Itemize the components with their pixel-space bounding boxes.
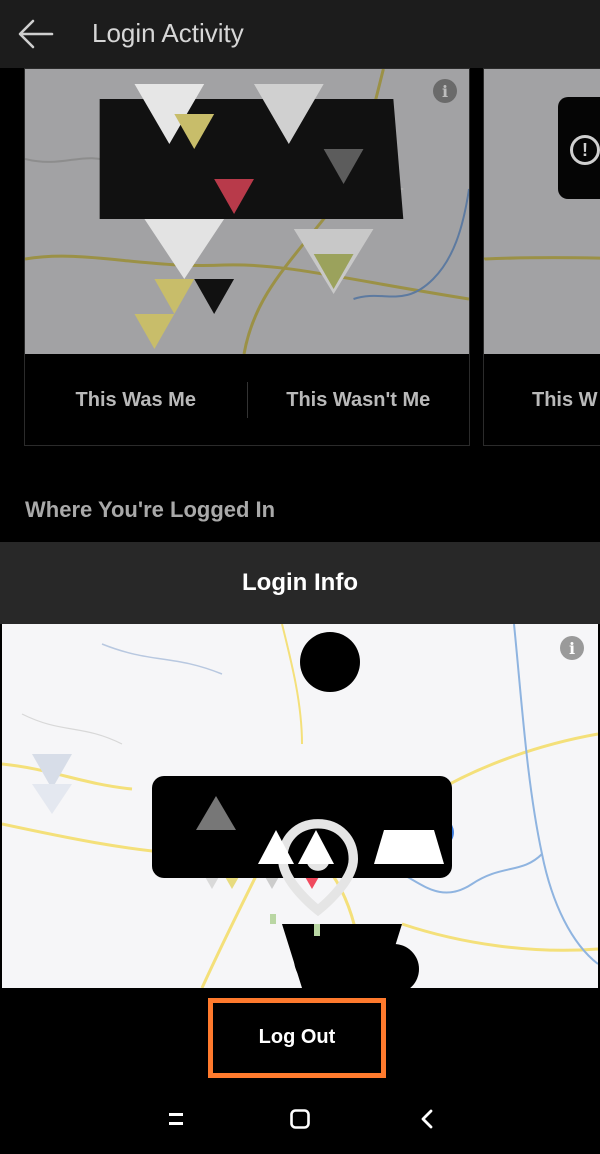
recents-icon[interactable] (161, 1104, 191, 1134)
info-icon[interactable]: i (560, 636, 584, 660)
redaction-mark (374, 830, 444, 864)
arrow-left-icon[interactable] (16, 16, 56, 52)
info-icon[interactable]: i (433, 79, 457, 103)
redaction-mark (258, 830, 334, 864)
sheet-title: Login Info (242, 569, 358, 596)
nav-back-icon[interactable] (412, 1104, 442, 1134)
system-nav-bar (0, 1082, 600, 1154)
login-card-actions: This Was Me This Wasn't Me (25, 354, 469, 446)
section-heading: Where You're Logged In (25, 497, 276, 522)
this-wasnt-me-button[interactable]: This Wasn't Me (248, 389, 470, 412)
login-map: i (25, 69, 469, 354)
login-card: i This Was Me This Wasn't Me (24, 68, 470, 446)
page-title: Login Activity (92, 18, 244, 48)
location-overlay (152, 776, 452, 917)
login-info-map[interactable]: i (2, 624, 598, 988)
sheet-header: Login Info (0, 542, 600, 624)
login-activity-content: i This Was Me This Wasn't Me ! This W Wh… (0, 68, 600, 542)
login-map: ! (484, 69, 600, 354)
redaction-mark (196, 796, 236, 830)
home-icon[interactable] (285, 1104, 315, 1134)
login-card-actions: This W (484, 354, 600, 446)
app-bar: Login Activity (0, 0, 600, 68)
this-was-me-button[interactable]: This Was Me (25, 389, 247, 412)
login-info-sheet: Login Info i Log Out (0, 542, 600, 1082)
logout-area: Log Out (0, 988, 600, 1082)
this-was-me-button[interactable]: This W (484, 389, 600, 412)
logout-button[interactable]: Log Out (218, 1006, 376, 1068)
alert-circle-icon: ! (570, 135, 600, 165)
login-card: ! This W (483, 68, 600, 446)
